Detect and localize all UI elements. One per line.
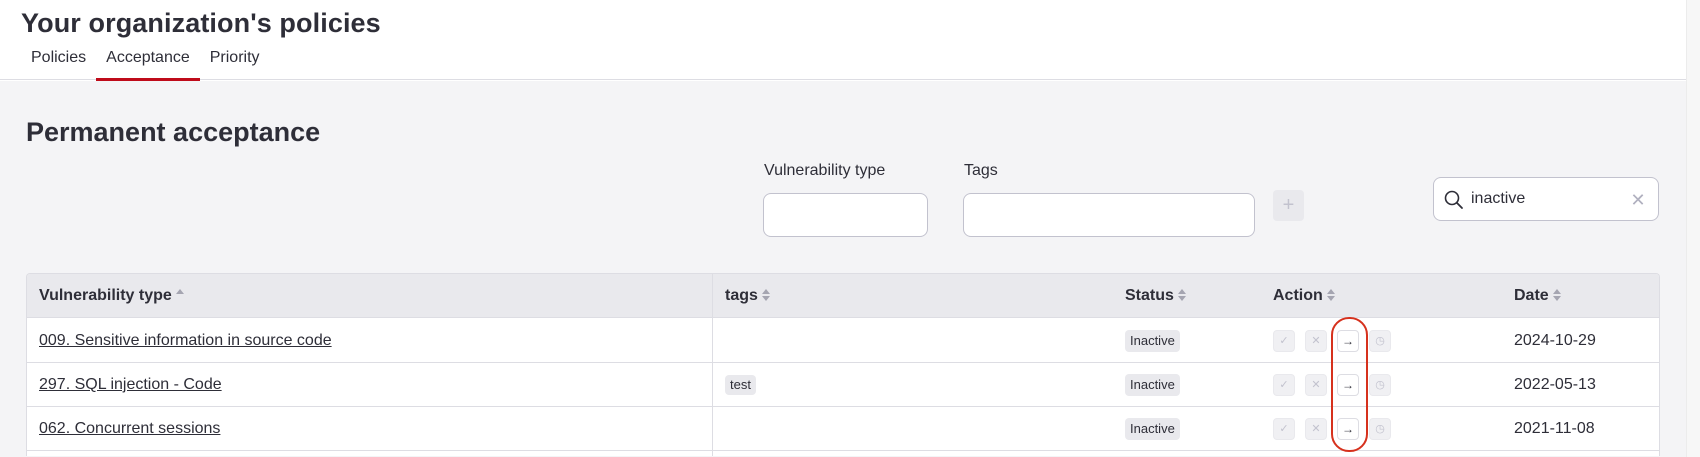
search-icon: [1444, 190, 1463, 209]
sort-icon: [1326, 288, 1335, 301]
status-badge: Inactive: [1125, 417, 1180, 440]
close-icon[interactable]: ✕: [1629, 191, 1647, 209]
row-actions: ✓ ✕ → ◷: [1273, 330, 1391, 352]
column-header-vulnerability-type[interactable]: Vulnerability type: [39, 274, 184, 318]
page-title: Your organization's policies: [21, 8, 381, 38]
close-icon[interactable]: ✕: [1305, 374, 1327, 396]
row-date: 2024-10-29: [1514, 332, 1596, 349]
check-icon[interactable]: ✓: [1273, 330, 1295, 352]
table-header: Vulnerability type tags Status Action Da…: [27, 274, 1659, 318]
column-header-tags[interactable]: tags: [725, 274, 770, 318]
column-header-label: Vulnerability type: [39, 287, 172, 304]
clock-icon[interactable]: ◷: [1369, 374, 1391, 396]
clock-icon[interactable]: ◷: [1369, 418, 1391, 440]
column-header-status[interactable]: Status: [1125, 274, 1186, 318]
vulnerability-link[interactable]: 009. Sensitive information in source cod…: [39, 332, 332, 349]
check-icon[interactable]: ✓: [1273, 418, 1295, 440]
column-header-label: Date: [1514, 287, 1549, 304]
vulnerability-type-filter-input[interactable]: [763, 193, 928, 237]
tags-filter-input[interactable]: [963, 193, 1255, 237]
acceptance-table: Vulnerability type tags Status Action Da…: [26, 273, 1660, 456]
main-content: Permanent acceptance Vulnerability type …: [0, 81, 1686, 457]
row-date: 2022-05-13: [1514, 376, 1596, 393]
column-header-label: tags: [725, 287, 758, 304]
row-actions: ✓ ✕ → ◷: [1273, 418, 1391, 440]
column-header-label: Status: [1125, 287, 1174, 304]
section-title: Permanent acceptance: [26, 117, 321, 147]
vertical-scrollbar[interactable]: [1686, 0, 1700, 457]
status-badge: Inactive: [1125, 373, 1180, 396]
table-row: 009. Sensitive information in source cod…: [27, 319, 1659, 363]
sort-ascending-icon: [175, 288, 184, 301]
row-date: 2021-11-08: [1514, 420, 1595, 437]
arrow-right-icon[interactable]: →: [1337, 418, 1359, 440]
row-actions: ✓ ✕ → ◷: [1273, 374, 1391, 396]
tab-acceptance[interactable]: Acceptance: [96, 44, 200, 81]
search-input[interactable]: [1471, 188, 1621, 210]
clock-icon[interactable]: ◷: [1369, 330, 1391, 352]
arrow-right-icon[interactable]: →: [1337, 374, 1359, 396]
sort-icon: [1552, 288, 1561, 301]
tag-chip: test: [725, 374, 756, 395]
vulnerability-type-filter-label: Vulnerability type: [764, 162, 886, 179]
tab-bar: Policies Acceptance Priority: [21, 44, 270, 81]
tab-priority[interactable]: Priority: [200, 44, 270, 80]
vulnerability-link[interactable]: 297. SQL injection - Code: [39, 376, 222, 393]
column-header-label: Action: [1273, 287, 1323, 304]
column-header-date[interactable]: Date: [1514, 274, 1561, 318]
status-badge: Inactive: [1125, 329, 1180, 352]
search-box: ✕: [1433, 177, 1659, 221]
vulnerability-link[interactable]: 062. Concurrent sessions: [39, 420, 220, 437]
page-header: Your organization's policies Policies Ac…: [0, 0, 1686, 81]
add-filter-button[interactable]: +: [1273, 190, 1304, 221]
arrow-right-icon[interactable]: →: [1337, 330, 1359, 352]
close-icon[interactable]: ✕: [1305, 330, 1327, 352]
sort-icon: [761, 288, 770, 301]
table-row: 062. Concurrent sessions Inactive ✓ ✕ → …: [27, 407, 1659, 451]
table-row: 297. SQL injection - Code test Inactive …: [27, 363, 1659, 407]
tab-policies[interactable]: Policies: [21, 44, 96, 80]
sort-icon: [1177, 288, 1186, 301]
check-icon[interactable]: ✓: [1273, 374, 1295, 396]
tags-filter-label: Tags: [964, 162, 998, 179]
column-header-action[interactable]: Action: [1273, 274, 1335, 318]
close-icon[interactable]: ✕: [1305, 418, 1327, 440]
